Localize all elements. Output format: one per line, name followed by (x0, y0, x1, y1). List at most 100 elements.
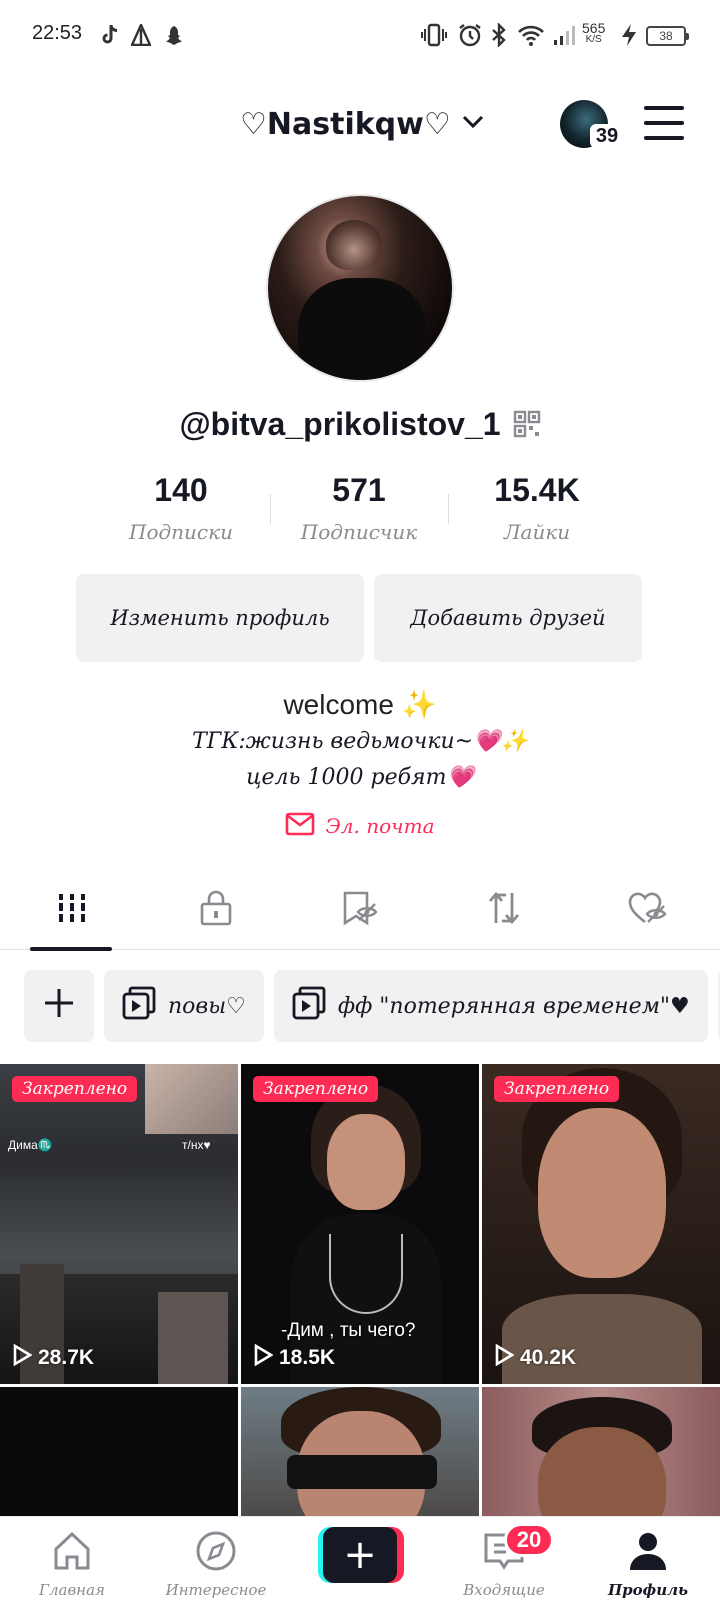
vibrate-icon (420, 22, 448, 48)
view-count: 40.2K (494, 1343, 577, 1372)
nav-label: Главная (39, 1581, 105, 1599)
nav-profile[interactable]: Профиль (576, 1517, 720, 1612)
tab-liked[interactable] (576, 870, 720, 950)
battery-level: 38 (659, 29, 673, 43)
video-thumbnail[interactable]: Закреплено -Дим , ты чего? 18.5K (241, 1064, 479, 1384)
face-shape (538, 1108, 666, 1278)
add-playlist-button[interactable] (24, 970, 94, 1042)
stat-label: Лайки (503, 520, 571, 544)
chevron-down-icon (461, 114, 485, 134)
profile-bio: welcome ✨ ТГК:жизнь ведьмочки~💗✨ цель 10… (0, 686, 720, 796)
thumb-overlay-text: т/нх♥ (182, 1138, 211, 1152)
video-thumbnail[interactable] (482, 1387, 720, 1516)
menu-icon-bar (644, 121, 684, 125)
bio-line: welcome ✨ (283, 689, 437, 720)
snapchat-icon (160, 22, 184, 48)
stat-value: 15.4K (494, 472, 580, 508)
qr-code-icon[interactable] (513, 410, 541, 438)
tab-reposts[interactable] (432, 870, 576, 950)
compass-icon (194, 1529, 238, 1577)
tab-private[interactable] (144, 870, 288, 950)
signal-icon (552, 22, 578, 48)
nav-discover[interactable]: Интересное (144, 1517, 288, 1612)
profile-icon (626, 1529, 670, 1577)
bluetooth-icon (488, 22, 510, 48)
status-bar: 22:53 565 K/S 38 (0, 0, 720, 72)
view-count: 28.7K (12, 1343, 95, 1372)
stat-label: Подписки (129, 520, 233, 544)
view-count-value: 40.2K (520, 1346, 577, 1369)
stat-followers[interactable]: 571 Подписчик (270, 470, 448, 550)
playlist-name: фф "потерянная временем"♥ (337, 993, 690, 1019)
alert-icon (130, 22, 152, 48)
battery-indicator: 38 (646, 26, 689, 46)
stat-value: 140 (154, 472, 208, 508)
video-caption: -Дим , ты чего? (281, 1320, 416, 1341)
plus-icon: + (323, 1527, 397, 1583)
play-icon (494, 1343, 515, 1372)
playlist-icon (292, 986, 326, 1026)
view-count-value: 18.5K (279, 1346, 336, 1369)
bottom-nav: Главная Интересное + Входящие 20 Профиль (0, 1516, 720, 1612)
playlist-icon (122, 986, 156, 1026)
play-icon (253, 1343, 274, 1372)
create-button[interactable]: + (318, 1527, 404, 1583)
nav-inbox[interactable]: Входящие (432, 1517, 576, 1612)
bio-line: ТГК:жизнь ведьмочки~💗✨ (192, 729, 528, 754)
edit-profile-button[interactable]: Изменить профиль (76, 574, 364, 662)
profile-avatar[interactable] (266, 194, 454, 382)
account-switcher[interactable]: ♡Nastikqw♡ (240, 100, 485, 148)
grid-icon (56, 892, 88, 928)
tab-saved[interactable] (288, 870, 432, 950)
hidden-like-icon (627, 890, 669, 930)
network-speed-unit: K/S (585, 34, 602, 45)
profile-stats: 140 Подписки 571 Подписчик 15.4K Лайки (92, 470, 626, 550)
email-link[interactable]: Эл. почта (0, 812, 720, 840)
profile-handle: @bitva_prikolistov_1 (179, 405, 501, 442)
status-time: 22:53 (32, 22, 83, 44)
network-speed-value: 565 (582, 20, 606, 36)
sunglasses-shape (287, 1455, 437, 1489)
necklace-shape (329, 1234, 403, 1314)
inbox-badge: 20 (504, 1523, 554, 1557)
profile-tabs (0, 870, 720, 951)
face-shape (327, 1114, 405, 1210)
video-thumbnail[interactable] (0, 1387, 238, 1516)
add-friends-button[interactable]: Добавить друзей (374, 574, 642, 662)
video-thumbnail[interactable]: Дима♏ т/нх♥ Закреплено 28.7K (0, 1064, 238, 1384)
alarm-icon (456, 22, 484, 48)
nav-label: Профиль (608, 1581, 688, 1599)
play-icon (12, 1343, 33, 1372)
videos-grid: Дима♏ т/нх♥ Закреплено 28.7K Закреплено … (0, 1064, 720, 1516)
network-speed: 565 K/S (582, 20, 606, 46)
nav-home[interactable]: Главная (0, 1517, 144, 1612)
tiktok-icon (98, 22, 122, 48)
video-thumbnail[interactable] (241, 1387, 479, 1516)
stat-following[interactable]: 140 Подписки (92, 470, 270, 550)
mail-icon (285, 812, 315, 840)
charging-icon (618, 22, 640, 48)
menu-icon-bar (644, 136, 684, 140)
video-thumbnail[interactable]: Закреплено 40.2K (482, 1064, 720, 1384)
profile-nickname: ♡Nastikqw♡ (240, 106, 451, 142)
pinned-badge: Закреплено (12, 1076, 138, 1102)
playlists-row: повы♡ фф "потерянная временем"♥ (24, 970, 720, 1042)
stat-likes[interactable]: 15.4K Лайки (448, 470, 626, 550)
playlist-name: повы♡ (168, 993, 246, 1019)
wifi-icon (516, 22, 546, 48)
menu-button[interactable] (644, 106, 684, 140)
pinned-badge: Закреплено (253, 1076, 379, 1102)
building (158, 1292, 228, 1384)
story-count-badge: 39 (590, 124, 624, 148)
pinned-badge: Закреплено (494, 1076, 620, 1102)
nav-label: Входящие (463, 1581, 545, 1599)
plus-icon (43, 987, 75, 1025)
view-count-value: 28.7K (38, 1346, 95, 1369)
bio-line: цель 1000 ребят💗 (246, 765, 474, 790)
playlist-chip[interactable]: фф "потерянная временем"♥ (273, 970, 708, 1042)
playlist-chip[interactable]: повы♡ (104, 970, 264, 1042)
nav-label: Интересное (165, 1581, 267, 1599)
stat-label: Подписчик (300, 520, 418, 544)
tab-videos[interactable] (0, 870, 144, 951)
stat-value: 571 (332, 472, 386, 508)
